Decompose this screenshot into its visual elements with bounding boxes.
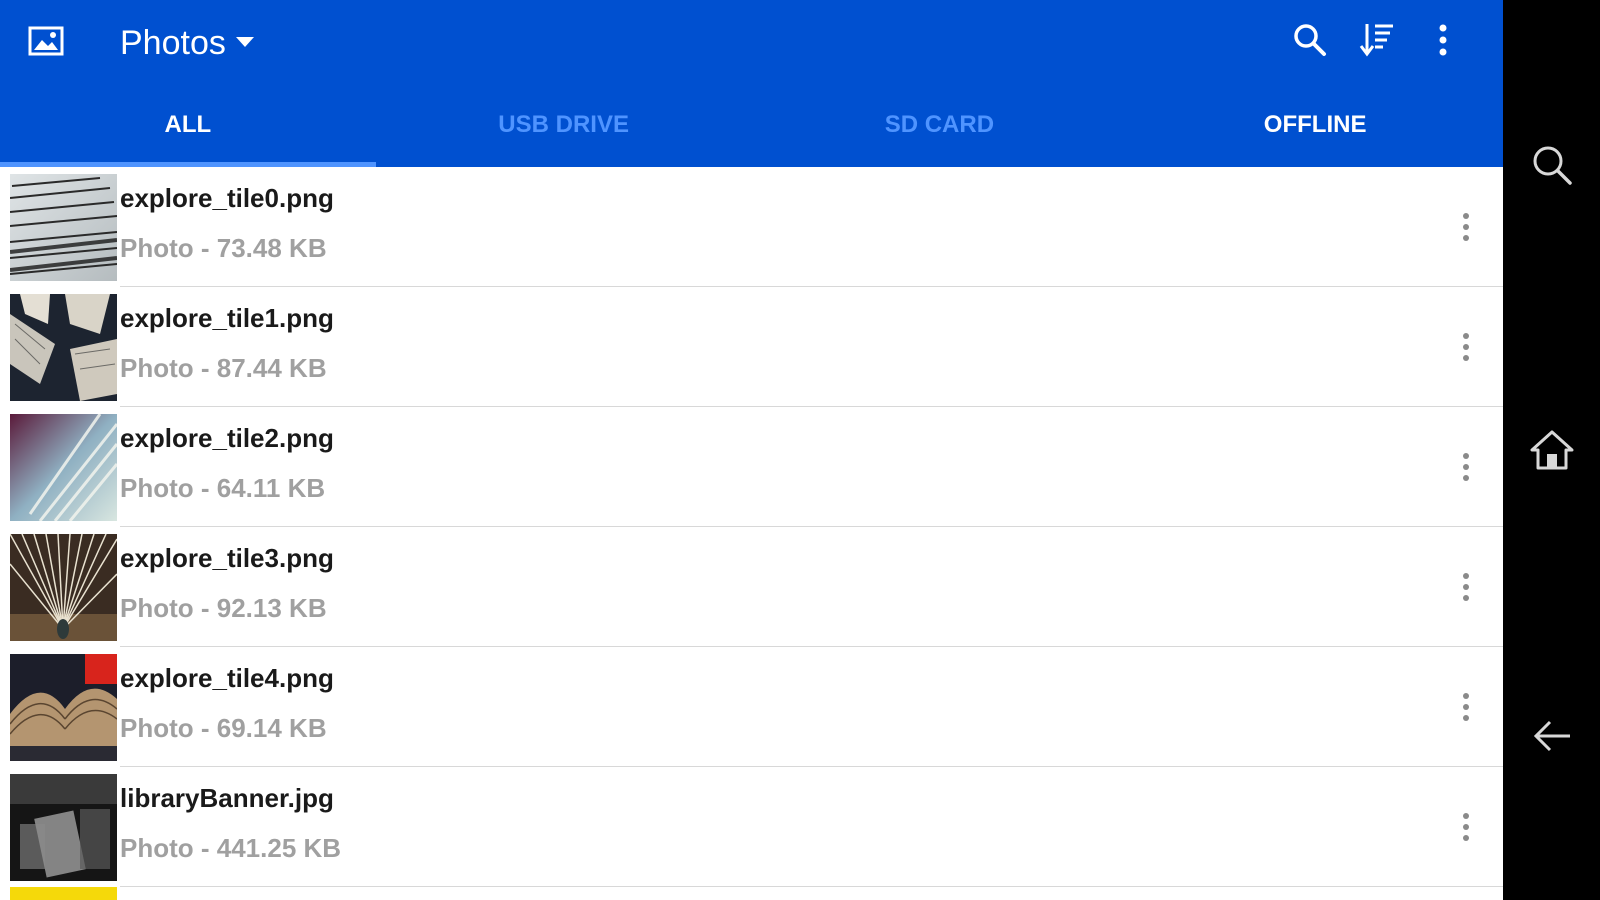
file-row[interactable]: libraryBanner.jpg Photo - 441.25 KB xyxy=(0,767,1503,887)
file-thumbnail xyxy=(10,654,117,761)
row-divider xyxy=(120,885,1503,887)
search-icon xyxy=(1533,146,1572,185)
tab-usb-drive[interactable]: USB DRIVE xyxy=(376,88,752,167)
file-thumbnail-partial xyxy=(10,887,117,900)
file-name: libraryBanner.jpg xyxy=(120,783,334,813)
image-icon xyxy=(28,26,64,56)
row-more-button[interactable] xyxy=(1448,449,1484,485)
more-vert-icon xyxy=(1463,333,1469,361)
tab-usb-drive-label: USB DRIVE xyxy=(498,110,629,138)
file-thumbnail xyxy=(10,294,117,401)
tab-sd-card[interactable]: SD CARD xyxy=(752,88,1128,167)
search-icon xyxy=(1294,24,1326,56)
nav-search-button[interactable] xyxy=(1528,141,1576,189)
row-more-button[interactable] xyxy=(1448,209,1484,245)
file-thumbnail xyxy=(10,174,117,281)
file-meta: Photo - 73.48 KB xyxy=(120,233,327,263)
sort-button[interactable] xyxy=(1357,20,1397,60)
nav-home-button[interactable] xyxy=(1528,426,1576,474)
file-thumbnail xyxy=(10,534,117,641)
file-row[interactable]: explore_tile1.png Photo - 87.44 KB xyxy=(0,287,1503,407)
file-row[interactable]: explore_tile2.png Photo - 64.11 KB xyxy=(0,407,1503,527)
file-meta: Photo - 64.11 KB xyxy=(120,473,326,503)
more-vert-icon xyxy=(1439,24,1447,56)
file-thumbnail xyxy=(10,774,117,881)
tab-all-label: ALL xyxy=(164,110,212,138)
more-vert-icon xyxy=(1463,693,1469,721)
file-name: explore_tile4.png xyxy=(120,663,334,693)
more-vert-icon xyxy=(1463,453,1469,481)
file-list: explore_tile0.png Photo - 73.48 KB explo… xyxy=(0,167,1503,887)
file-name: explore_tile2.png xyxy=(120,423,334,453)
row-more-button[interactable] xyxy=(1448,329,1484,365)
row-more-button[interactable] xyxy=(1448,809,1484,845)
home-icon xyxy=(1530,430,1574,470)
file-browser-app: Photos ALL USB DRIVE SD CARD OFFLINE exp… xyxy=(0,0,1503,900)
search-button[interactable] xyxy=(1290,20,1330,60)
back-arrow-icon xyxy=(1533,720,1570,752)
tab-sd-card-label: SD CARD xyxy=(884,110,995,138)
file-name: explore_tile0.png xyxy=(120,183,334,213)
file-meta: Photo - 69.14 KB xyxy=(120,713,327,743)
tab-offline[interactable]: OFFLINE xyxy=(1127,88,1503,167)
file-meta: Photo - 92.13 KB xyxy=(120,593,327,623)
file-row[interactable]: explore_tile4.png Photo - 69.14 KB xyxy=(0,647,1503,767)
system-nav-bar xyxy=(1503,0,1600,900)
caret-down-icon xyxy=(235,37,254,47)
overflow-menu-button[interactable] xyxy=(1423,20,1463,60)
file-meta: Photo - 441.25 KB xyxy=(120,833,342,863)
row-more-button[interactable] xyxy=(1448,569,1484,605)
file-row[interactable]: explore_tile3.png Photo - 92.13 KB xyxy=(0,527,1503,647)
file-meta: Photo - 87.44 KB xyxy=(120,353,327,383)
file-thumbnail xyxy=(10,414,117,521)
app-toolbar: Photos xyxy=(0,0,1503,88)
file-name: explore_tile3.png xyxy=(120,543,334,573)
page-title: Photos xyxy=(120,23,226,62)
file-row[interactable]: explore_tile0.png Photo - 73.48 KB xyxy=(0,167,1503,287)
storage-tabs: ALL USB DRIVE SD CARD OFFLINE xyxy=(0,88,1503,167)
nav-back-button[interactable] xyxy=(1528,712,1576,760)
tab-all[interactable]: ALL xyxy=(0,88,376,167)
more-vert-icon xyxy=(1463,573,1469,601)
more-vert-icon xyxy=(1463,213,1469,241)
folder-dropdown[interactable]: Photos xyxy=(120,18,254,68)
file-name: explore_tile1.png xyxy=(120,303,334,333)
row-more-button[interactable] xyxy=(1448,689,1484,725)
sort-icon xyxy=(1359,24,1393,57)
tab-offline-label: OFFLINE xyxy=(1263,110,1367,138)
more-vert-icon xyxy=(1463,813,1469,841)
